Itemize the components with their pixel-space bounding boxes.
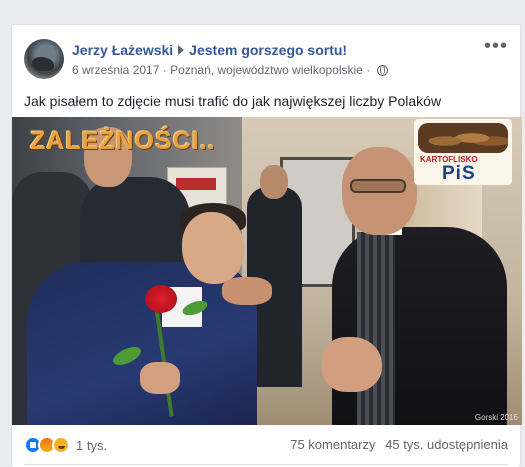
- potatoes-icon: [418, 123, 508, 153]
- reactions-summary[interactable]: 1 tys.: [24, 435, 107, 455]
- photo-priest-hand: [222, 277, 272, 305]
- post-date[interactable]: 6 września 2017: [72, 63, 159, 77]
- target-page-name[interactable]: Jestem gorszego sortu!: [189, 42, 347, 58]
- photo-watermark: Gorski 2016: [474, 413, 518, 422]
- photo-overlay-title: ZALEŻNOŚCI..: [30, 127, 216, 155]
- more-options-icon[interactable]: •••: [484, 36, 508, 56]
- post-photo[interactable]: ZALEŻNOŚCI.. KARTOFLISKO PiS Gorski 2016: [12, 117, 522, 425]
- reaction-count[interactable]: 1 tys.: [76, 438, 107, 453]
- photo-person-bowing-head: [182, 212, 244, 284]
- photo-logo: KARTOFLISKO PiS: [414, 119, 512, 185]
- shares-count[interactable]: 45 tys. udostępnienia: [385, 437, 508, 452]
- photo-scarf: [357, 232, 395, 425]
- logo-title: PiS: [442, 163, 476, 184]
- engagement-counts: 75 komentarzy 45 tys. udostępnienia: [290, 437, 508, 452]
- post-location[interactable]: Poznań, województwo wielkopolskie: [170, 63, 363, 77]
- divider: [24, 464, 508, 465]
- photo-priest-open-hand: [322, 337, 382, 392]
- meta-separator: ·: [366, 63, 371, 77]
- meta-separator: ·: [162, 63, 167, 77]
- photo-hand: [140, 362, 180, 394]
- comments-count[interactable]: 75 komentarzy: [290, 437, 375, 452]
- arrow-right-icon: [178, 45, 185, 55]
- photo-rose: [145, 285, 177, 313]
- photo-glasses: [350, 179, 406, 193]
- post-text: Jak pisałem to zdjęcie musi trafić do ja…: [24, 93, 442, 109]
- globe-icon[interactable]: [376, 65, 388, 76]
- haha-icon: [52, 436, 70, 454]
- author-name[interactable]: Jerzy Łażewski: [72, 42, 173, 58]
- post-meta: 6 września 2017 · Poznań, województwo wi…: [72, 63, 388, 77]
- author-avatar[interactable]: [24, 39, 64, 79]
- feed-post: Jerzy Łażewski Jestem gorszego sortu! 6 w…: [11, 24, 522, 467]
- photo-person-background-head: [260, 165, 288, 199]
- post-header: Jerzy Łażewski Jestem gorszego sortu!: [72, 42, 347, 58]
